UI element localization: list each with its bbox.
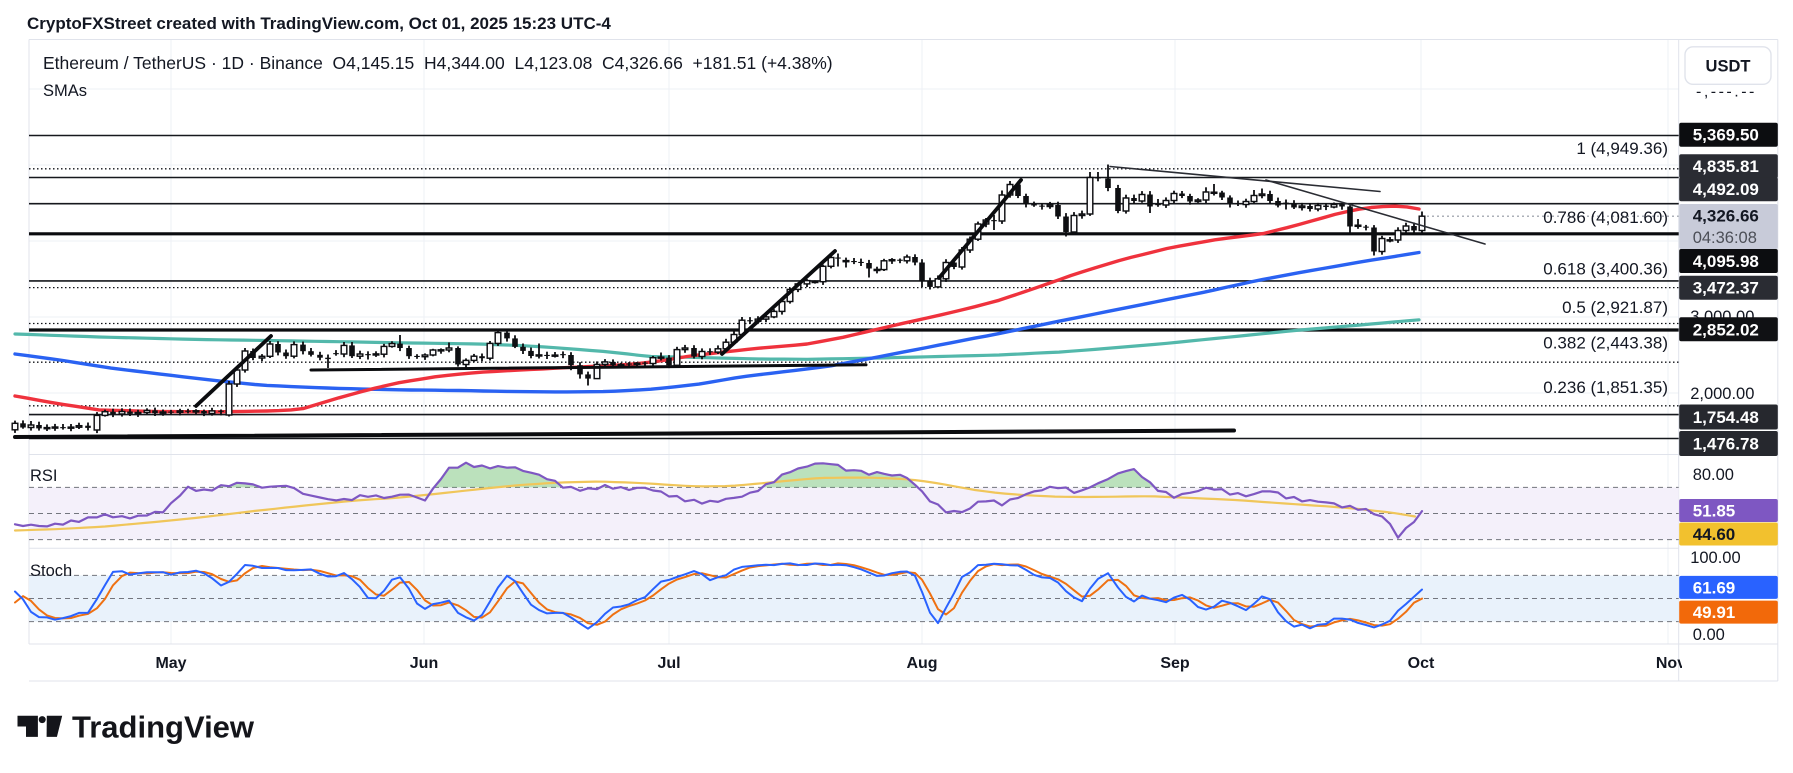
svg-text:3,472.37: 3,472.37 (1693, 279, 1759, 298)
svg-text:USDT: USDT (1706, 58, 1751, 76)
svg-text:04:36:08: 04:36:08 (1693, 229, 1757, 247)
svg-text:0.5 (2,921.87): 0.5 (2,921.87) (1562, 298, 1668, 317)
svg-text:-,---.--: -,---.-- (1696, 84, 1757, 101)
svg-text:100.00: 100.00 (1690, 549, 1740, 567)
svg-text:0.236 (1,851.35): 0.236 (1,851.35) (1543, 378, 1668, 397)
svg-text:1,754.48: 1,754.48 (1693, 408, 1759, 427)
svg-text:Jun: Jun (410, 655, 438, 672)
svg-text:4,095.98: 4,095.98 (1693, 252, 1759, 271)
svg-text:4,326.66: 4,326.66 (1693, 207, 1759, 226)
svg-text:44.60: 44.60 (1693, 525, 1736, 544)
svg-text:Nov: Nov (1656, 655, 1686, 672)
svg-text:May: May (155, 655, 186, 672)
svg-text:RSI: RSI (30, 467, 58, 485)
svg-text:0.618 (3,400.36): 0.618 (3,400.36) (1543, 260, 1668, 279)
svg-text:0.786 (4,081.60): 0.786 (4,081.60) (1543, 208, 1668, 227)
svg-text:Ethereum / TetherUS · 1D · Bin: Ethereum / TetherUS · 1D · Binance O4,14… (43, 53, 833, 73)
svg-text:CryptoFXStreet created with Tr: CryptoFXStreet created with TradingView.… (27, 14, 611, 33)
svg-text:Sep: Sep (1160, 655, 1190, 672)
svg-text:Stoch: Stoch (30, 562, 72, 580)
svg-text:49.91: 49.91 (1693, 603, 1736, 622)
svg-text:Jul: Jul (657, 655, 680, 672)
svg-text:61.69: 61.69 (1693, 578, 1736, 597)
svg-text:4,835.81: 4,835.81 (1693, 157, 1759, 176)
svg-text:1 (4,949.36): 1 (4,949.36) (1576, 139, 1668, 158)
svg-text:2,000.00: 2,000.00 (1690, 385, 1754, 403)
svg-text:51.85: 51.85 (1693, 502, 1736, 521)
svg-text:SMAs: SMAs (43, 82, 87, 100)
svg-text:2,852.02: 2,852.02 (1693, 320, 1759, 339)
svg-text:0.00: 0.00 (1693, 626, 1725, 644)
svg-text:5,369.50: 5,369.50 (1693, 126, 1759, 145)
svg-text:80.00: 80.00 (1693, 466, 1734, 484)
svg-text:0.382 (2,443.38): 0.382 (2,443.38) (1543, 333, 1668, 352)
svg-text:TradingView: TradingView (72, 709, 255, 744)
svg-text:4,492.09: 4,492.09 (1693, 180, 1759, 199)
svg-text:1,476.78: 1,476.78 (1693, 435, 1759, 454)
svg-text:Aug: Aug (906, 655, 937, 672)
svg-text:Oct: Oct (1408, 655, 1435, 672)
